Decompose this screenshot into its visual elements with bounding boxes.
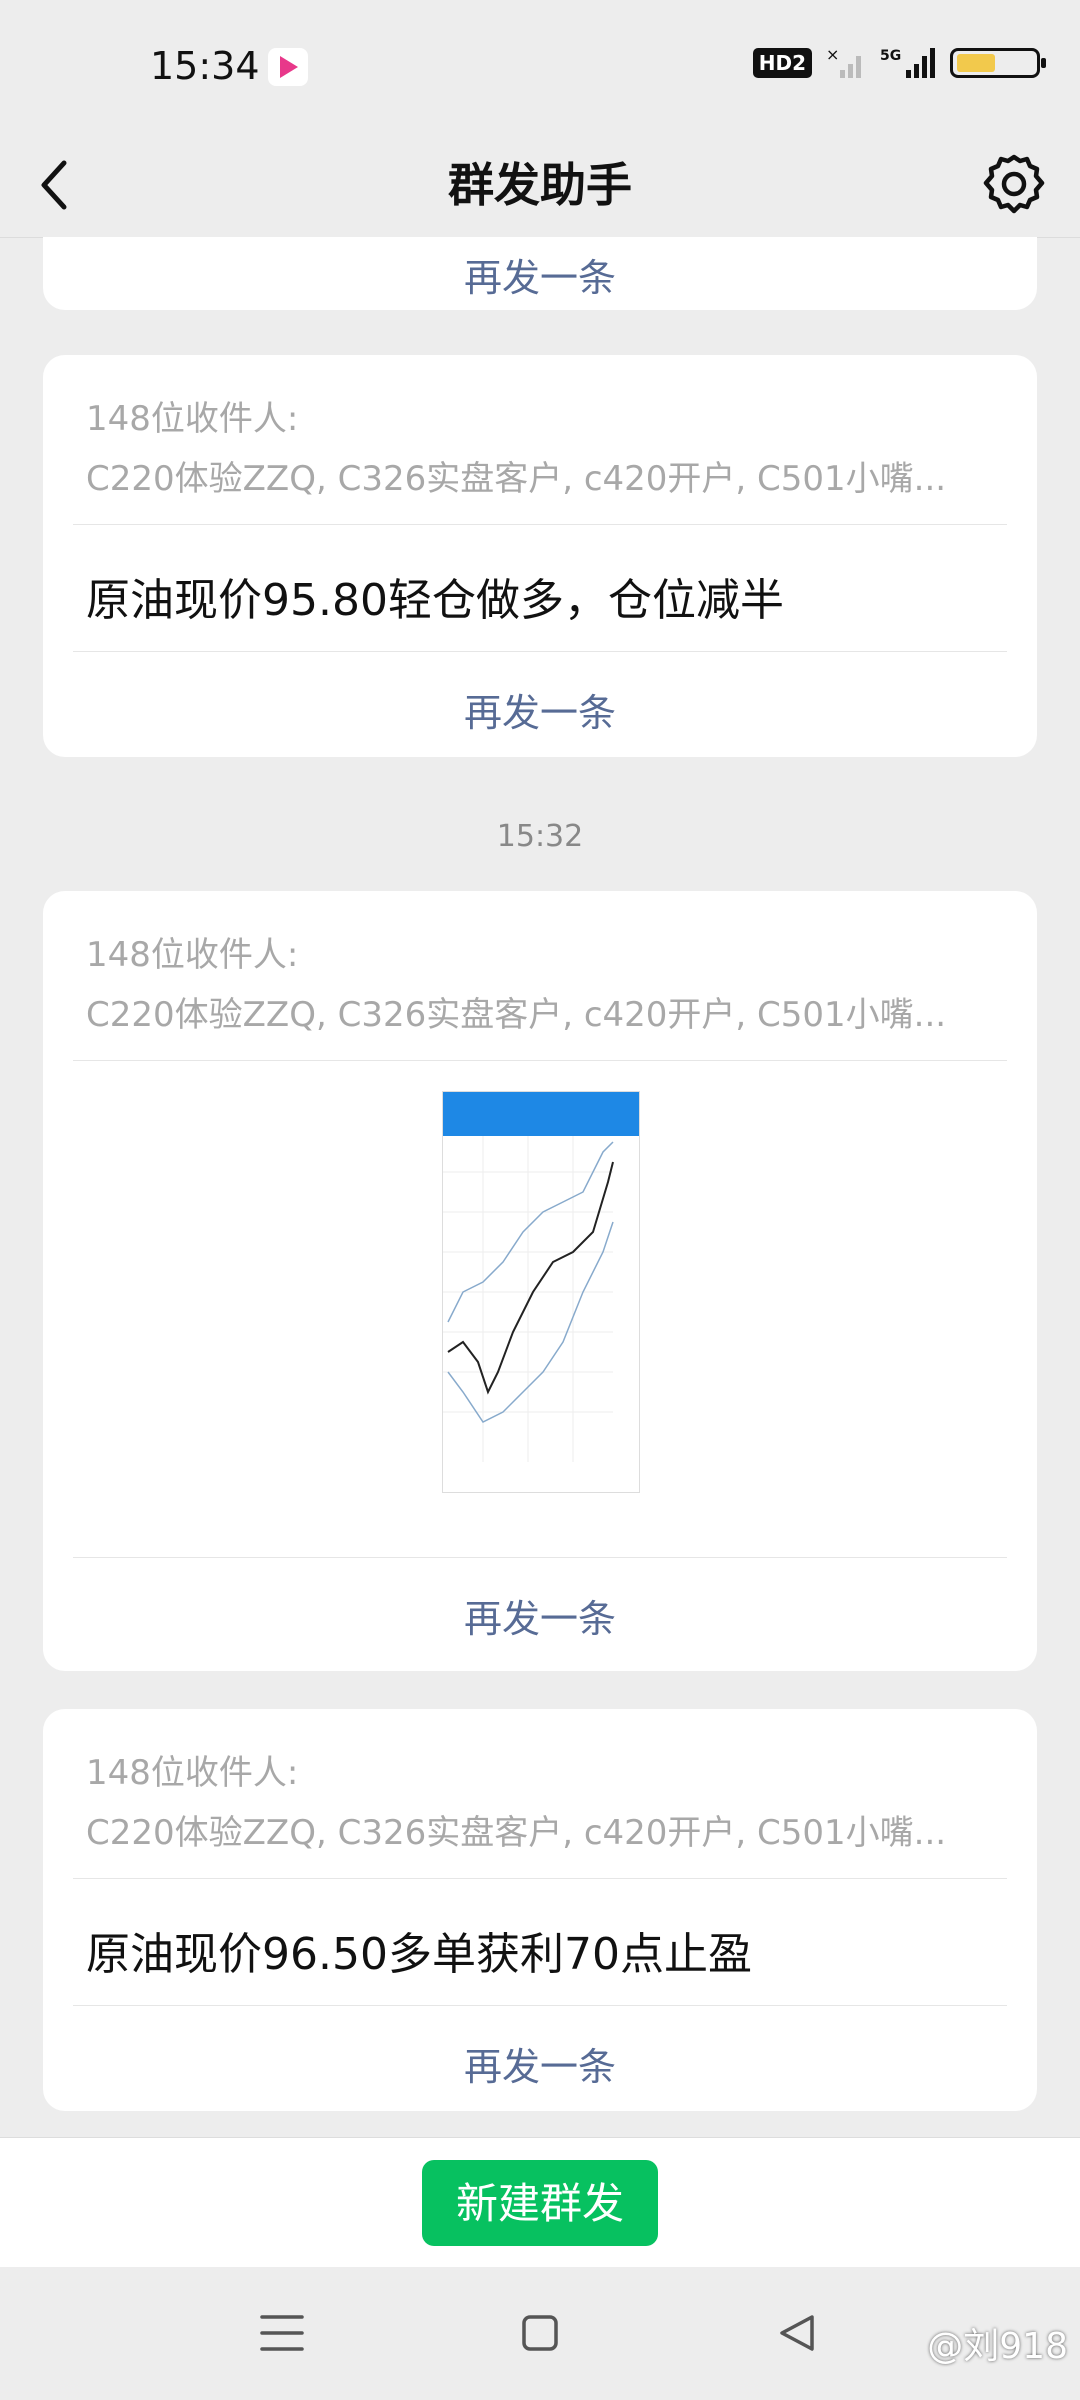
- resend-button[interactable]: 再发一条: [43, 682, 1037, 737]
- home-button[interactable]: [510, 2303, 570, 2363]
- svg-text:×: ×: [826, 46, 839, 64]
- recipients-label: 148位收件人:: [86, 1753, 299, 1793]
- watermark: @刘918: [927, 2326, 1068, 2367]
- chart-screenshot-image: [443, 1092, 639, 1492]
- recipients-label: 148位收件人:: [86, 935, 299, 975]
- divider: [73, 1060, 1007, 1061]
- resend-button[interactable]: 再发一条: [43, 2036, 1037, 2091]
- recipients-list: C220体验ZZQ, C326实盘客户, c420开户, C501小嘴...: [86, 995, 947, 1035]
- image-message[interactable]: [442, 1091, 640, 1493]
- home-icon: [522, 2315, 558, 2351]
- new-broadcast-button[interactable]: 新建群发: [422, 2160, 658, 2246]
- divider: [73, 1878, 1007, 1879]
- message-card: 再发一条: [43, 237, 1037, 310]
- divider: [73, 524, 1007, 525]
- gear-icon: [983, 154, 1045, 214]
- message-text: 原油现价95.80轻仓做多，仓位减半: [86, 575, 784, 626]
- menu-button[interactable]: [252, 2303, 312, 2363]
- hd-badge: HD2: [752, 48, 812, 78]
- status-bar: 15:34 HD2 × 5G: [0, 0, 1080, 135]
- message-card: 148位收件人: C220体验ZZQ, C326实盘客户, c420开户, C5…: [43, 355, 1037, 757]
- resend-button[interactable]: 再发一条: [43, 247, 1037, 302]
- message-list[interactable]: 再发一条 148位收件人: C220体验ZZQ, C326实盘客户, c420开…: [0, 237, 1080, 2137]
- signal-x-icon: ×: [826, 46, 861, 78]
- divider: [73, 651, 1007, 652]
- menu-icon: [260, 2315, 304, 2351]
- app-notification-icon: [268, 48, 308, 86]
- message-text: 原油现价96.50多单获利70点止盈: [86, 1929, 752, 1980]
- message-card: 148位收件人: C220体验ZZQ, C326实盘客户, c420开户, C5…: [43, 1709, 1037, 2111]
- recipients-list: C220体验ZZQ, C326实盘客户, c420开户, C501小嘴...: [86, 1813, 947, 1853]
- nav-header: 群发助手: [0, 135, 1080, 238]
- bottom-action-bar: 新建群发: [0, 2137, 1080, 2268]
- timestamp: 15:32: [496, 819, 584, 854]
- svg-text:5G: 5G: [880, 48, 901, 64]
- status-time: 15:34: [150, 44, 260, 88]
- settings-button[interactable]: [972, 143, 1056, 227]
- recipients-list: C220体验ZZQ, C326实盘客户, c420开户, C501小嘴...: [86, 459, 947, 499]
- page-title: 群发助手: [448, 158, 632, 212]
- signal-5g-icon: 5G: [880, 48, 935, 78]
- resend-button[interactable]: 再发一条: [43, 1588, 1037, 1643]
- message-card: 148位收件人: C220体验ZZQ, C326实盘客户, c420开户, C5…: [43, 891, 1037, 1671]
- battery-icon: [950, 48, 1046, 78]
- system-nav-bar: @刘918: [0, 2267, 1080, 2400]
- back-system-button[interactable]: [768, 2303, 828, 2363]
- recipients-label: 148位收件人:: [86, 399, 299, 439]
- divider: [73, 1557, 1007, 1558]
- back-triangle-icon: [780, 2315, 814, 2351]
- status-icons: HD2 × 5G: [752, 46, 1046, 80]
- divider: [73, 2005, 1007, 2006]
